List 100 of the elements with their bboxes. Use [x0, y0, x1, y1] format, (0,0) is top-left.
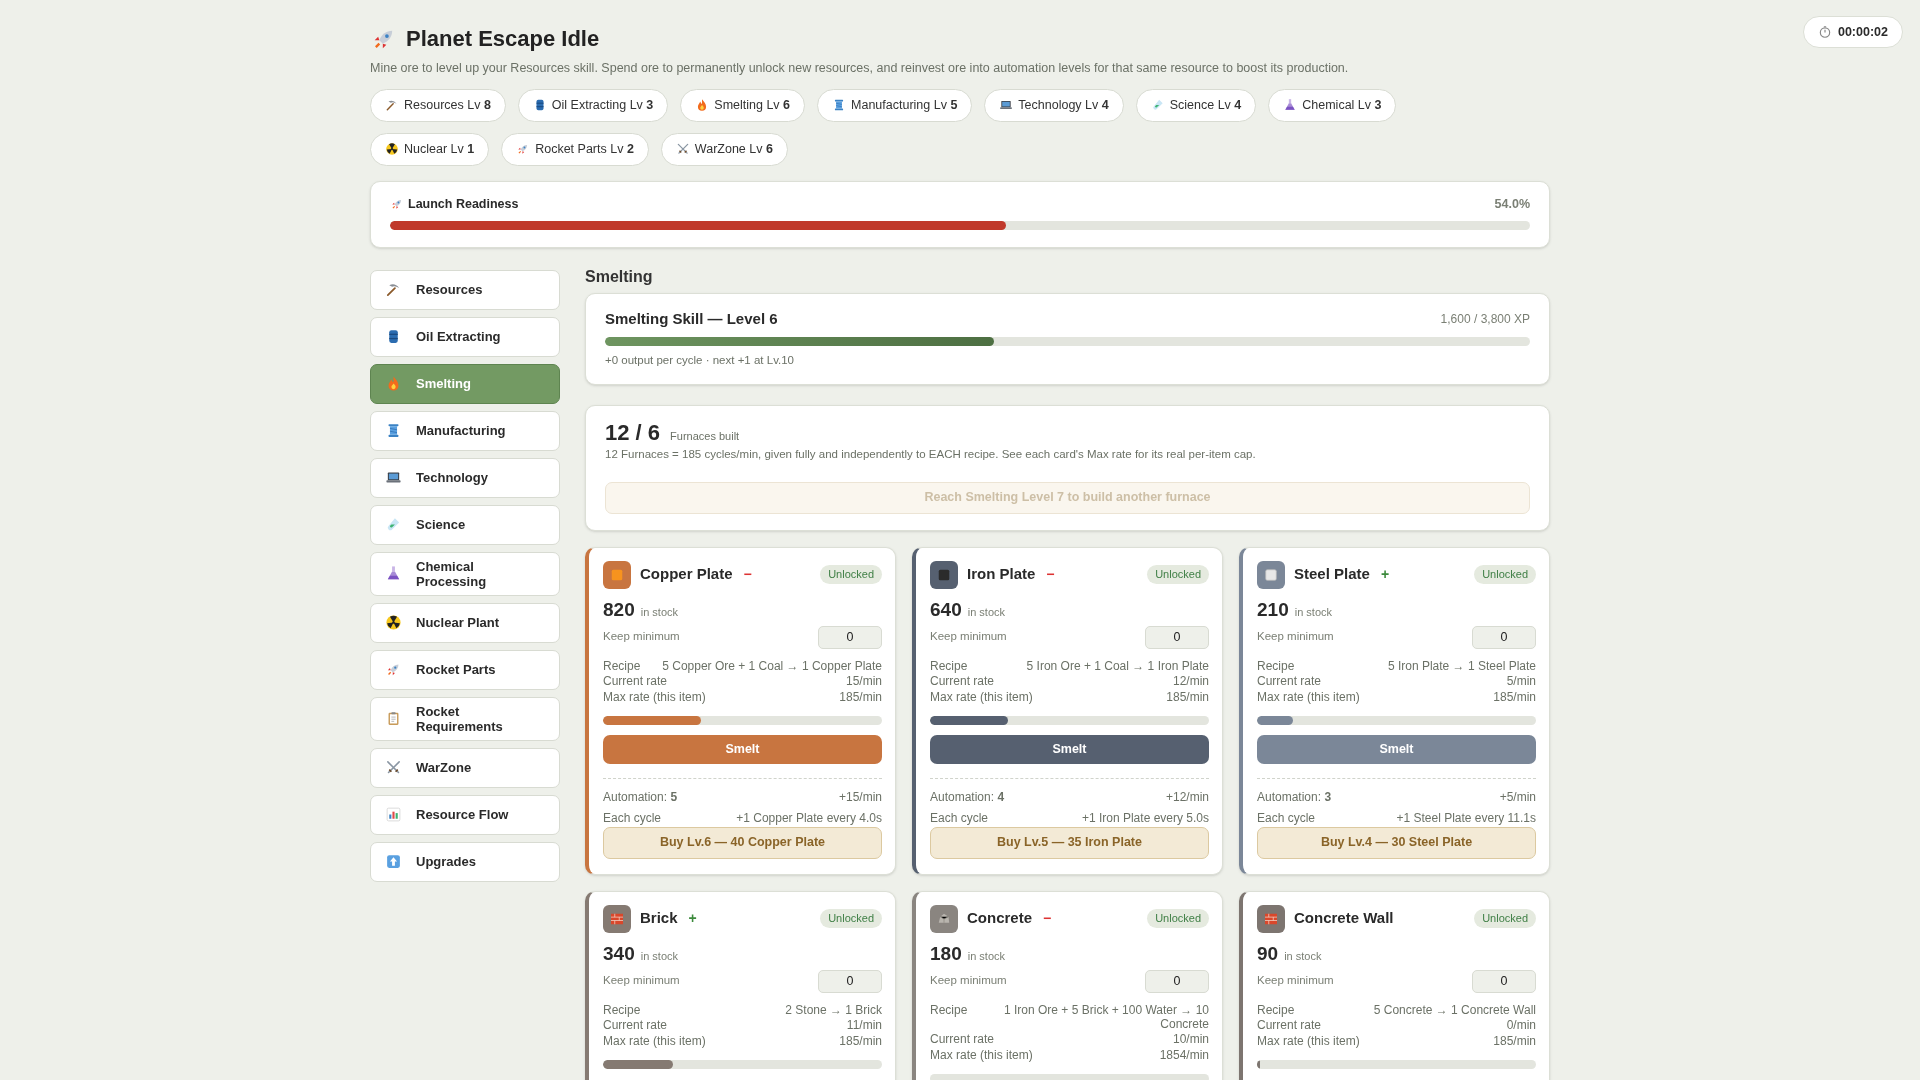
keep-minimum-label: Keep minimum	[603, 973, 680, 989]
row-label: Current rate	[930, 673, 995, 689]
automation-rate: +12/min	[1165, 788, 1209, 806]
smelt-button[interactable]: Smelt	[930, 734, 1209, 764]
status-badge: Unlocked	[1474, 909, 1536, 928]
section-title: Smelting	[585, 267, 654, 286]
row-label: Max rate (this item)	[1257, 1032, 1360, 1049]
skill-level: Oil Extracting Lv 3	[551, 96, 654, 114]
row-label: Recipe	[930, 658, 968, 673]
item-name: Concrete	[967, 908, 1033, 929]
keep-minimum-field[interactable]: 0	[1145, 969, 1209, 993]
skill-title: Smelting Skill — Level 6	[605, 308, 778, 329]
row-label: Recipe	[603, 658, 641, 673]
skill-level: Rocket Parts Lv 2	[535, 140, 634, 158]
skill-level: WarZone Lv 6	[694, 140, 773, 158]
keep-minimum-field[interactable]: 0	[818, 625, 882, 649]
nav-item[interactable]: Chemical Processing	[370, 551, 560, 596]
keep-minimum-label: Keep minimum	[1257, 629, 1334, 645]
nav-item[interactable]: Technology	[370, 457, 560, 498]
skill-level: Nuclear Lv 1	[404, 140, 475, 158]
subtitle: Mine ore to level up your Resources skill. Spend ore to permanently unlock new resources, and reinvest ore into automation levels for that same resource to boost its production.	[370, 60, 1350, 77]
skill-level: Manufacturing Lv 5	[851, 96, 958, 114]
row-label: Recipe	[930, 1002, 968, 1019]
smelt-button[interactable]: Smelt	[1257, 734, 1536, 764]
trend-mark: −	[1046, 565, 1055, 584]
nav-item[interactable]: Rocket Parts	[370, 649, 560, 690]
bar-chart-icon	[385, 806, 402, 823]
row-label: Each cycle	[1257, 809, 1316, 826]
radiation-icon	[385, 614, 402, 631]
crossed-swords-icon	[385, 759, 402, 776]
furnace-label: Furnaces built	[670, 428, 740, 444]
buy-automation-button[interactable]: Buy Lv.6 — 40 Copper Plate	[603, 826, 882, 859]
nav-item[interactable]: Resource Flow	[370, 794, 560, 835]
readiness-title: Launch Readiness	[408, 195, 519, 213]
keep-minimum-field[interactable]: 0	[1472, 625, 1536, 649]
flask-icon	[1283, 98, 1298, 113]
row-label: Current rate	[1257, 1017, 1322, 1033]
stock-count: 340	[603, 942, 635, 965]
stock-count: 210	[1257, 598, 1289, 621]
skill-level: Chemical Lv 3	[1302, 96, 1382, 114]
nav-item[interactable]: WarZone	[370, 747, 560, 788]
row-value: 15/min	[845, 673, 882, 689]
test-tube-icon	[1150, 98, 1165, 113]
row-value: 5 Iron Ore + 1 Coal → 1 Iron Plate	[1026, 658, 1209, 673]
stock-label: in stock	[1284, 948, 1322, 964]
row-label: Max rate (this item)	[1257, 688, 1360, 705]
status-badge: Unlocked	[1147, 909, 1209, 928]
keep-minimum-field[interactable]: 0	[1472, 969, 1536, 993]
flask-icon	[385, 565, 402, 582]
item-name: Concrete Wall	[1294, 908, 1394, 929]
buy-automation-button[interactable]: Buy Lv.5 — 35 Iron Plate	[930, 826, 1209, 859]
automation-rate: +5/min	[1499, 788, 1536, 806]
row-label: Current rate	[930, 1030, 995, 1047]
automation-level: Automation: 4	[930, 788, 1005, 806]
skill-note: +0 output per cycle · next +1 at Lv.10	[605, 353, 795, 368]
row-value: +1 Copper Plate every 4.0s	[736, 809, 882, 826]
row-value: 5 Iron Plate → 1 Steel Plate	[1387, 658, 1536, 673]
row-value: 185/min	[839, 688, 882, 705]
row-value: 185/min	[1493, 1032, 1536, 1049]
row-value: 1854/min	[1159, 1046, 1209, 1063]
nav-item[interactable]: Upgrades	[370, 841, 560, 882]
keep-minimum-label: Keep minimum	[930, 629, 1007, 645]
item-name: Steel Plate	[1294, 564, 1370, 585]
nav-item[interactable]: Science	[370, 504, 560, 545]
row-value: 1 Iron Ore + 5 Brick + 100 Water → 10 Concrete	[1003, 1002, 1209, 1031]
stock-count: 180	[930, 942, 962, 965]
row-value: 5 Concrete → 1 Concrete Wall	[1373, 1002, 1536, 1017]
nav-item[interactable]: Resources	[370, 269, 560, 310]
radiation-icon	[385, 142, 399, 157]
stock-label: in stock	[967, 604, 1005, 620]
row-label: Current rate	[603, 1017, 668, 1033]
nav-item[interactable]: Oil Extracting	[370, 316, 560, 357]
crossed-swords-icon	[675, 142, 690, 157]
row-value: 2 Stone → 1 Brick	[785, 1002, 882, 1017]
keep-minimum-label: Keep minimum	[1257, 973, 1334, 989]
row-value: +1 Iron Plate every 5.0s	[1081, 809, 1209, 826]
row-value: 185/min	[1493, 688, 1536, 705]
row-label: Current rate	[603, 673, 668, 689]
row-value: +1 Steel Plate every 11.1s	[1396, 809, 1536, 826]
automation-level: Automation: 3	[1257, 788, 1332, 806]
automation-rate: +15/min	[838, 788, 882, 806]
item-name: Copper Plate	[640, 564, 733, 585]
row-value: 5 Copper Ore + 1 Coal → 1 Copper Plate	[662, 658, 882, 673]
pickaxe-icon	[385, 281, 402, 298]
row-label: Recipe	[603, 1002, 641, 1017]
row-label: Current rate	[1257, 673, 1322, 689]
item-name: Brick	[640, 908, 678, 929]
stock-label: in stock	[967, 948, 1005, 964]
row-value: 10/min	[1172, 1030, 1209, 1047]
nav-item[interactable]: Nuclear Plant	[370, 602, 560, 643]
nav-item[interactable]: Rocket Requirements	[370, 696, 560, 741]
automation-level: Automation: 5	[603, 788, 678, 806]
keep-minimum-field[interactable]: 0	[1145, 625, 1209, 649]
xp-text: 1,600 / 3,800 XP	[1440, 310, 1530, 328]
keep-minimum-field[interactable]: 0	[818, 969, 882, 993]
item-name: Iron Plate	[967, 564, 1036, 585]
row-value: 12/min	[1172, 672, 1209, 689]
buy-automation-button[interactable]: Buy Lv.4 — 30 Steel Plate	[1257, 826, 1536, 859]
nav-item[interactable]: Manufacturing	[370, 410, 560, 451]
status-badge: Unlocked	[1147, 565, 1209, 584]
